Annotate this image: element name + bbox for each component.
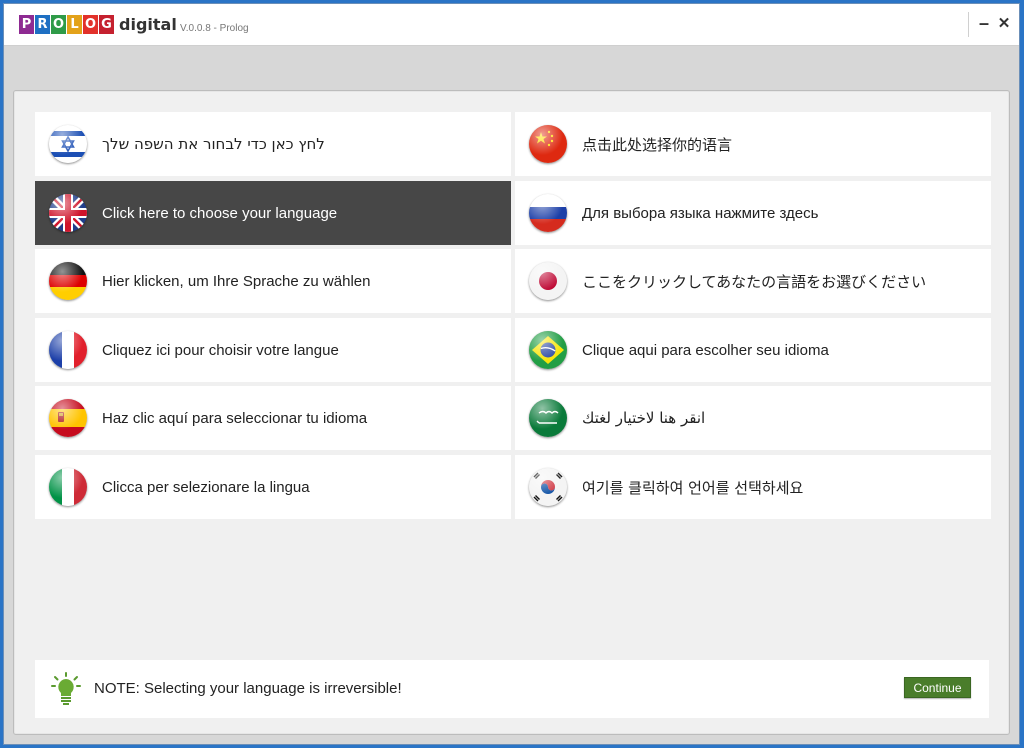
language-label: Haz clic aquí para seleccionar tu idioma: [102, 409, 368, 427]
close-icon: ✕: [997, 15, 1011, 32]
language-label: 여기를 클릭하여 언어를 선택하세요: [582, 478, 804, 497]
language-option-korean[interactable]: 여기를 클릭하여 언어를 선택하세요: [515, 455, 991, 519]
language-option-german[interactable]: Hier klicken, um Ihre Sprache zu wählen: [35, 249, 511, 313]
russia-flag-icon: [529, 194, 567, 232]
france-flag-icon: [49, 331, 87, 369]
language-label: Click here to choose your language: [102, 204, 338, 222]
titlebar-divider: [968, 12, 969, 37]
lightbulb-icon: [51, 672, 81, 705]
language-option-russian[interactable]: Для выбора языка нажмите здесь: [515, 181, 991, 245]
logo-letter: P: [19, 15, 34, 34]
minimize-button[interactable]: –: [975, 13, 993, 33]
language-label: 点击此处选择你的语言: [582, 135, 733, 154]
language-label: Clique aqui para escolher seu idioma: [582, 341, 829, 359]
language-option-hebrew[interactable]: לחץ כאן כדי לבחור את השפה שלך: [35, 112, 511, 176]
germany-flag-icon: [49, 262, 87, 300]
language-label: Clicca per selezionare la lingua: [102, 478, 310, 496]
logo-letter: L: [67, 15, 82, 34]
language-option-english[interactable]: Click here to choose your language: [35, 181, 511, 245]
note-text: NOTE: Selecting your language is irrever…: [94, 680, 402, 697]
language-option-arabic[interactable]: انقر هنا لاختيار لغتك: [515, 386, 991, 450]
app-window: P R O L O G digital V.0.0.8 - Prolog – ✕: [3, 3, 1020, 745]
language-label: Для выбора языка нажмите здесь: [582, 204, 819, 222]
spain-flag-icon: [49, 399, 87, 437]
japan-flag-icon: [529, 262, 567, 300]
language-label: ここをクリックしてあなたの言語をお選びください: [582, 272, 927, 291]
continue-button[interactable]: Continue: [904, 677, 971, 698]
language-option-spanish[interactable]: Haz clic aquí para seleccionar tu idioma: [35, 386, 511, 450]
logo-letter: O: [51, 15, 66, 34]
language-option-portuguese[interactable]: Clique aqui para escolher seu idioma: [515, 318, 991, 382]
logo-letter: R: [35, 15, 50, 34]
uk-flag-icon: [49, 194, 87, 232]
israel-flag-icon: [49, 125, 87, 163]
version-label: V.0.0.8 - Prolog: [180, 23, 249, 34]
italy-flag-icon: [49, 468, 87, 506]
language-label: Cliquez ici pour choisir votre langue: [102, 341, 339, 359]
close-button[interactable]: ✕: [995, 13, 1013, 33]
minimize-icon: –: [978, 12, 989, 33]
language-option-french[interactable]: Cliquez ici pour choisir votre langue: [35, 318, 511, 382]
language-option-chinese[interactable]: 点击此处选择你的语言: [515, 112, 991, 176]
note-bar: NOTE: Selecting your language is irrever…: [35, 660, 989, 718]
prolog-logo: P R O L O G digital: [19, 14, 177, 34]
language-label: לחץ כאן כדי לבחור את השפה שלך: [102, 135, 325, 153]
logo-word: digital: [119, 15, 177, 34]
saudi-flag-icon: [529, 399, 567, 437]
logo-letter: O: [83, 15, 98, 34]
title-bar: P R O L O G digital V.0.0.8 - Prolog – ✕: [4, 4, 1019, 46]
logo-letter: G: [99, 15, 114, 34]
brazil-flag-icon: [529, 331, 567, 369]
language-option-japanese[interactable]: ここをクリックしてあなたの言語をお選びください: [515, 249, 991, 313]
language-label: Hier klicken, um Ihre Sprache zu wählen: [102, 272, 371, 290]
language-label: انقر هنا لاختيار لغتك: [582, 409, 706, 427]
language-panel: לחץ כאן כדי לבחור את השפה שלך 点击此处选择你的语言: [13, 90, 1010, 735]
language-option-italian[interactable]: Clicca per selezionare la lingua: [35, 455, 511, 519]
china-flag-icon: [529, 125, 567, 163]
korea-flag-icon: [529, 468, 567, 506]
